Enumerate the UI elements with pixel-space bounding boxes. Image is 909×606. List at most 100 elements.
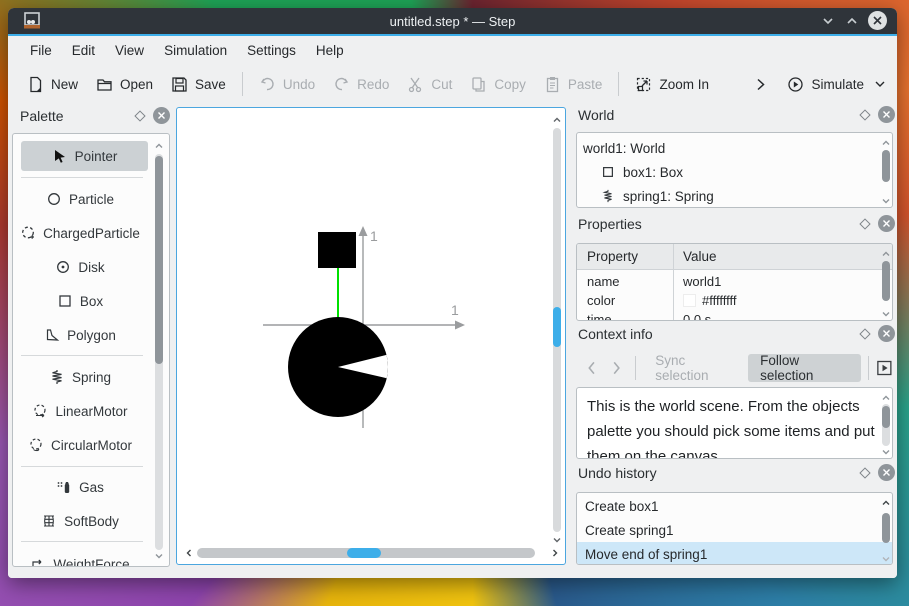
undo-history-close-button[interactable] — [878, 464, 895, 481]
palette-item-circularmotor[interactable]: CircularMotor — [13, 431, 147, 459]
palette-item-chargedparticle[interactable]: ChargedParticle — [13, 219, 147, 247]
context-scrollbar[interactable] — [880, 388, 892, 458]
back-button[interactable] — [580, 355, 604, 381]
sync-selection-button[interactable]: Sync selection — [643, 353, 748, 383]
paste-button[interactable]: Paste — [535, 68, 612, 100]
undo-scroll-thumb[interactable] — [882, 513, 890, 543]
palette-item-particle[interactable]: Particle — [13, 185, 147, 213]
box1-object[interactable] — [318, 232, 356, 268]
world-close-button[interactable] — [878, 106, 895, 123]
run-example-icon[interactable] — [876, 359, 893, 377]
float-panel-icon[interactable] — [859, 327, 871, 340]
menu-settings[interactable]: Settings — [237, 36, 306, 65]
save-label: Save — [195, 76, 226, 92]
palette-item-weightforce[interactable]: WeightForce — [13, 550, 147, 566]
x-axis-tick-label: 1 — [451, 302, 459, 318]
scroll-down-icon[interactable] — [880, 446, 892, 458]
undo-item-move-end-of-spring1[interactable]: Move end of spring1 — [577, 542, 892, 564]
undo-item-create-box1[interactable]: Create box1 — [577, 494, 892, 518]
property-row-color[interactable]: color #ffffffff — [577, 291, 892, 310]
scroll-left-icon[interactable] — [183, 547, 195, 559]
world-tree-item-world1[interactable]: world1: World — [577, 136, 892, 160]
scroll-up-icon[interactable] — [880, 248, 892, 260]
spring-icon — [52, 370, 62, 384]
follow-selection-button[interactable]: Follow selection — [748, 353, 862, 383]
properties-scrollbar[interactable] — [880, 244, 892, 320]
palette-item-linearmotor[interactable]: LinearMotor — [13, 397, 147, 425]
scroll-down-icon[interactable] — [880, 195, 892, 207]
window-title: untitled.step * — Step — [389, 13, 516, 29]
simulate-dropdown-icon[interactable] — [873, 77, 887, 91]
scroll-down-icon[interactable] — [880, 553, 892, 565]
palette-scrollbar[interactable] — [153, 134, 165, 566]
cut-button[interactable]: Cut — [398, 68, 461, 100]
toolbar-extension-button[interactable] — [743, 68, 778, 100]
canvas-hscroll-thumb[interactable] — [347, 548, 381, 558]
menu-edit[interactable]: Edit — [62, 36, 105, 65]
scroll-up-icon[interactable] — [880, 497, 892, 509]
world-scroll-thumb[interactable] — [882, 150, 890, 182]
titlebar[interactable]: untitled.step * — Step — [8, 8, 897, 34]
column-property[interactable]: Property — [577, 249, 673, 264]
menu-help[interactable]: Help — [306, 36, 354, 65]
canvas-vscrollbar[interactable] — [551, 110, 563, 550]
column-value[interactable]: Value — [673, 249, 717, 264]
simulate-button[interactable]: Simulate — [778, 68, 873, 100]
new-button[interactable]: New — [18, 68, 87, 100]
world-tree-item-spring1[interactable]: spring1: Spring — [577, 184, 892, 207]
palette-scroll-thumb[interactable] — [155, 156, 163, 364]
open-button[interactable]: Open — [87, 68, 162, 100]
copy-button[interactable]: Copy — [461, 68, 535, 100]
canvas-vscroll-thumb[interactable] — [553, 307, 561, 347]
property-row-time[interactable]: time 0.0 s — [577, 310, 892, 320]
world-scrollbar[interactable] — [880, 133, 892, 207]
scroll-down-icon[interactable] — [551, 534, 563, 546]
scroll-up-icon[interactable] — [880, 392, 892, 404]
zoom-in-button[interactable]: Zoom In — [626, 68, 718, 100]
properties-scroll-thumb[interactable] — [882, 261, 890, 301]
float-panel-icon[interactable] — [859, 108, 871, 121]
undo-button[interactable]: Undo — [250, 68, 324, 100]
context-close-button[interactable] — [878, 325, 895, 342]
context-info-panel-header: Context info — [578, 325, 895, 342]
scroll-right-icon[interactable] — [549, 547, 561, 559]
world-canvas[interactable]: 1 1 — [176, 107, 566, 565]
menu-file[interactable]: File — [20, 36, 62, 65]
float-panel-icon[interactable] — [859, 217, 871, 230]
world-tree-item-box1[interactable]: box1: Box — [577, 160, 892, 184]
scroll-up-icon[interactable] — [880, 137, 892, 149]
menu-simulation[interactable]: Simulation — [154, 36, 237, 65]
save-button[interactable]: Save — [162, 68, 235, 100]
disk-object[interactable] — [288, 317, 388, 417]
redo-button[interactable]: Redo — [324, 68, 398, 100]
float-panel-icon[interactable] — [859, 466, 871, 479]
canvas-hscrollbar[interactable] — [183, 546, 561, 560]
scroll-up-icon[interactable] — [551, 114, 563, 126]
float-panel-icon[interactable] — [134, 109, 146, 122]
context-scroll-thumb[interactable] — [882, 406, 890, 428]
spring-icon — [602, 189, 612, 203]
scroll-down-icon[interactable] — [880, 308, 892, 320]
palette-item-spring[interactable]: Spring — [13, 363, 147, 391]
toolbar-separator — [635, 356, 637, 380]
maximize-button[interactable] — [844, 13, 860, 29]
palette-item-polygon[interactable]: Polygon — [13, 321, 147, 349]
menu-view[interactable]: View — [105, 36, 154, 65]
palette-item-box[interactable]: Box — [13, 287, 147, 315]
undo-item-create-spring1[interactable]: Create spring1 — [577, 518, 892, 542]
scroll-down-icon[interactable] — [153, 550, 165, 562]
forward-button[interactable] — [604, 355, 628, 381]
palette-item-label: Gas — [79, 479, 104, 495]
palette-item-gas[interactable]: Gas — [13, 473, 147, 501]
close-button[interactable] — [868, 11, 887, 30]
palette-item-softbody[interactable]: SoftBody — [13, 507, 147, 535]
undo-scrollbar[interactable] — [880, 493, 892, 565]
palette-item-disk[interactable]: Disk — [13, 253, 147, 281]
property-row-name[interactable]: name world1 — [577, 272, 892, 291]
minimize-button[interactable] — [820, 13, 836, 29]
paste-clipboard-icon — [546, 76, 559, 92]
palette-close-button[interactable] — [153, 107, 170, 124]
properties-close-button[interactable] — [878, 215, 895, 232]
palette-item-pointer[interactable]: Pointer — [21, 141, 148, 171]
scroll-up-icon[interactable] — [153, 140, 165, 152]
